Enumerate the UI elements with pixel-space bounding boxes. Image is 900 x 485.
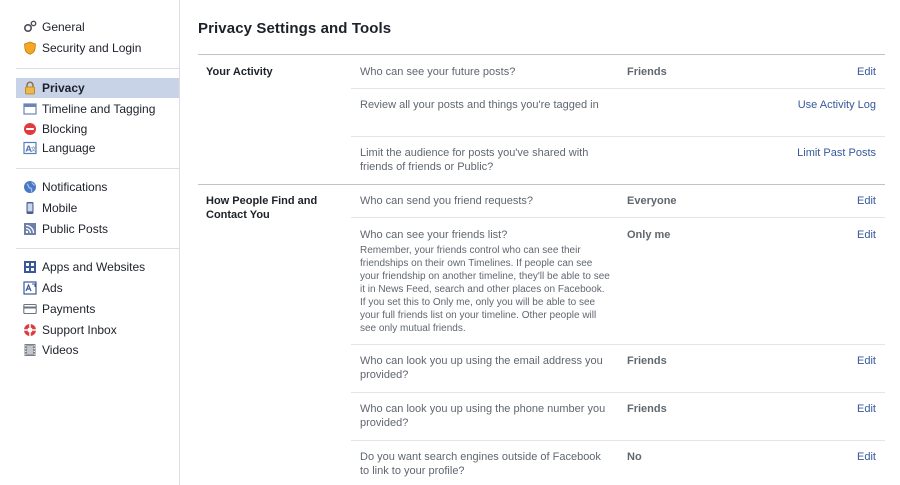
setting-question: Do you want search engines outside of Fa… (360, 451, 601, 477)
sidebar-item-mobile[interactable]: Mobile (16, 198, 179, 218)
edit-link[interactable]: Edit (857, 354, 876, 368)
row-divider (351, 88, 885, 89)
setting-question: Who can send you friend requests? (360, 195, 534, 207)
sidebar-item-label: Public Posts (42, 222, 109, 236)
setting-question: Who can see your future posts? (360, 66, 516, 78)
limit-past-posts-link[interactable]: Limit Past Posts (797, 146, 876, 160)
sidebar-item-label: Security and Login (42, 41, 142, 55)
use-activity-log-link[interactable]: Use Activity Log (798, 98, 876, 112)
sidebar-divider (16, 68, 179, 69)
sidebar-item-label: Support Inbox (42, 323, 117, 337)
setting-question: Who can look you up using the phone numb… (360, 403, 606, 429)
sidebar-divider (16, 248, 179, 249)
setting-question: Who can see your friends list? (360, 229, 508, 241)
sidebar-item-label: Apps and Websites (42, 260, 146, 274)
sidebar-item-label: Privacy (42, 81, 85, 95)
sidebar-item-label: Ads (42, 281, 63, 295)
sidebar-item-videos[interactable]: Videos (16, 340, 179, 360)
row-divider (351, 392, 885, 393)
title-divider (198, 54, 885, 55)
edit-link[interactable]: Edit (857, 402, 876, 416)
edit-link[interactable]: Edit (857, 65, 876, 79)
page-title: Privacy Settings and Tools (198, 20, 392, 37)
sidebar-item-payments[interactable]: Payments (16, 299, 179, 319)
lock-icon (23, 81, 37, 95)
sidebar-item-label: Mobile (42, 201, 78, 215)
setting-value: Only me (627, 229, 671, 241)
svg-text:文: 文 (31, 146, 37, 154)
setting-question: Review all your posts and things you're … (360, 99, 599, 111)
mobile-icon (23, 201, 37, 215)
sidebar-item-public-posts[interactable]: Public Posts (16, 219, 179, 239)
lifebuoy-icon (23, 323, 37, 337)
sidebar-item-label: General (42, 20, 85, 34)
edit-link[interactable]: Edit (857, 450, 876, 464)
film-icon (23, 343, 37, 357)
sidebar-item-label: Notifications (42, 180, 108, 194)
settings-sidebar: General Security and Login Privacy Timel… (0, 0, 180, 485)
sidebar-item-general[interactable]: General (16, 17, 179, 37)
sidebar-item-blocking[interactable]: Blocking (16, 119, 179, 139)
card-icon (23, 302, 37, 316)
sidebar-divider (16, 168, 179, 169)
setting-value: Friends (627, 355, 667, 367)
row-divider (351, 136, 885, 137)
shield-icon (23, 41, 37, 55)
timeline-icon (23, 102, 37, 116)
apps-icon (23, 260, 37, 274)
setting-value: Everyone (627, 195, 677, 207)
gears-icon (23, 20, 37, 34)
rss-icon (23, 222, 37, 236)
language-icon: A文 (23, 141, 37, 155)
row-divider (351, 217, 885, 218)
setting-value: No (627, 451, 642, 463)
globe-icon (23, 180, 37, 194)
sidebar-item-ads[interactable]: Ads (16, 278, 179, 298)
sidebar-item-language[interactable]: A文 Language (16, 138, 179, 158)
sidebar-item-apps[interactable]: Apps and Websites (16, 257, 179, 277)
sidebar-item-label: Videos (42, 343, 79, 357)
sidebar-item-support-inbox[interactable]: Support Inbox (16, 320, 179, 340)
edit-link[interactable]: Edit (857, 194, 876, 208)
sidebar-item-timeline[interactable]: Timeline and Tagging (16, 99, 179, 119)
section-label-your-activity: Your Activity (206, 66, 273, 78)
section-divider (198, 184, 885, 185)
setting-value: Friends (627, 66, 667, 78)
ads-icon (23, 281, 37, 295)
sidebar-item-label: Timeline and Tagging (42, 102, 156, 116)
setting-question: Limit the audience for posts you've shar… (360, 147, 589, 173)
privacy-settings-panel: Privacy Settings and Tools Your Activity… (180, 0, 900, 485)
sidebar-item-label: Payments (42, 302, 96, 316)
block-icon (23, 122, 37, 136)
sidebar-item-label: Blocking (42, 122, 88, 136)
setting-question: Who can look you up using the email addr… (360, 355, 603, 381)
row-divider (351, 440, 885, 441)
sidebar-item-security[interactable]: Security and Login (16, 38, 179, 58)
sidebar-item-privacy[interactable]: Privacy (16, 78, 179, 98)
row-divider (351, 344, 885, 345)
setting-description: Remember, your friends control who can s… (360, 245, 610, 334)
setting-value: Friends (627, 403, 667, 415)
edit-link[interactable]: Edit (857, 228, 876, 242)
sidebar-item-notifications[interactable]: Notifications (16, 177, 179, 197)
sidebar-item-label: Language (42, 141, 96, 155)
section-label-find-and-contact: How People Find and Contact You (206, 195, 318, 221)
